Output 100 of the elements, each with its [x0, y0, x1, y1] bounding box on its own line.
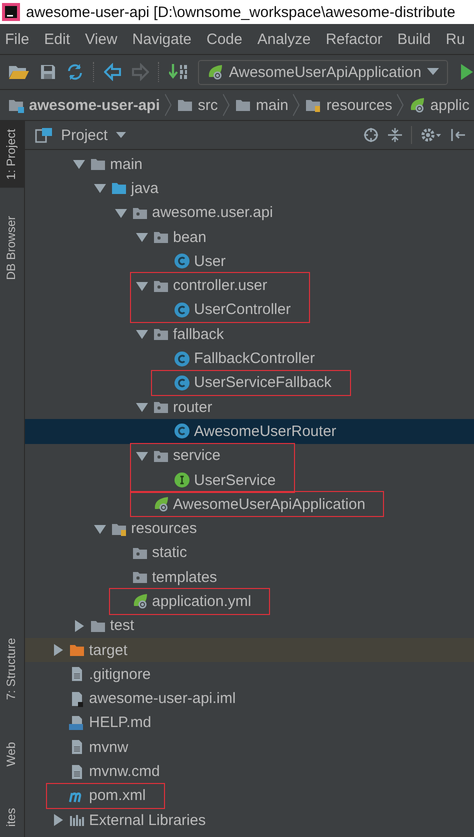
expand-arrow-icon[interactable]	[52, 814, 64, 826]
menu-item[interactable]: File	[5, 30, 30, 48]
side-tool-tab[interactable]: ites	[0, 800, 24, 835]
tree-item[interactable]: AwesomeUserRouter	[25, 419, 474, 444]
folder-icon	[176, 97, 193, 113]
resource-folder-icon	[305, 97, 322, 113]
tree-item[interactable]: router	[25, 394, 474, 420]
breadcrumb-item[interactable]: applic	[409, 96, 470, 114]
tree-item[interactable]: resources	[25, 516, 474, 541]
expand-arrow-icon[interactable]	[73, 158, 85, 170]
back-arrow-icon[interactable]	[104, 63, 122, 81]
folder-icon	[90, 156, 106, 172]
run-icon[interactable]	[461, 63, 474, 81]
expand-arrow-icon[interactable]	[94, 522, 106, 535]
spring-leaf-icon	[132, 593, 148, 610]
side-tool-tab[interactable]: 1: Project	[0, 121, 24, 188]
spring-leaf-icon	[409, 97, 426, 113]
side-tool-tab[interactable]: DB Browser	[0, 208, 24, 288]
chevron-icon	[397, 94, 404, 116]
tree-item[interactable]: UserService	[131, 468, 276, 492]
package-icon	[132, 569, 148, 586]
package-icon	[153, 399, 169, 416]
hide-panel-icon[interactable]	[450, 127, 466, 143]
expand-arrow-icon[interactable]	[136, 280, 148, 292]
tree-item[interactable]: mvnw.cmd	[25, 759, 474, 784]
tree-item[interactable]: fallback	[25, 322, 474, 346]
menu-item[interactable]: Analyze	[257, 30, 311, 48]
tree-item[interactable]: service	[131, 444, 276, 468]
tree-item[interactable]: UserController	[131, 298, 291, 322]
caret-icon	[116, 132, 126, 138]
module-folder-icon	[8, 97, 24, 113]
expand-arrow-icon[interactable]	[115, 206, 127, 219]
window-title: awesome-user-api [D:\ownsome_workspace\awesome-distribute	[26, 4, 456, 20]
package-icon	[153, 326, 169, 342]
tree-item[interactable]: User	[25, 249, 474, 274]
settings-icon[interactable]	[420, 127, 442, 143]
folder-icon	[111, 180, 127, 196]
expand-arrow-icon[interactable]	[73, 620, 85, 632]
menu-item[interactable]: View	[85, 30, 118, 48]
expand-arrow-icon[interactable]	[94, 182, 106, 194]
menu-item[interactable]: Refactor	[326, 30, 382, 48]
tree-item[interactable]: mvnw	[25, 735, 474, 760]
expand-arrow-icon[interactable]	[136, 328, 148, 340]
package-icon	[153, 229, 169, 246]
tree-item[interactable]: FallbackController	[25, 346, 474, 371]
crosshair-icon[interactable]	[363, 127, 379, 143]
spring-leaf-icon	[153, 496, 169, 512]
chevron-icon	[222, 94, 230, 116]
file-icon	[69, 690, 85, 707]
tree-item[interactable]: AwesomeUserApiApplication	[131, 492, 366, 516]
tree-item[interactable]: templates	[25, 565, 474, 590]
menu-item[interactable]: Build	[397, 30, 431, 48]
tree-item[interactable]: static	[25, 540, 474, 566]
tree-item[interactable]: java	[25, 176, 474, 201]
breadcrumb-item[interactable]: main	[234, 96, 288, 114]
interface-icon	[174, 472, 190, 488]
class-icon	[174, 302, 190, 318]
caret-icon	[427, 68, 440, 76]
markdown-file-icon	[69, 714, 85, 731]
menu-item[interactable]: Code	[206, 30, 242, 48]
class-icon	[174, 350, 190, 367]
breadcrumb-item[interactable]: resources	[305, 96, 392, 114]
tree-item[interactable]: target	[25, 638, 474, 662]
open-folder-icon[interactable]	[8, 63, 30, 81]
tree-item[interactable]: bean	[25, 224, 474, 250]
tree-item[interactable]: awesome.user.api	[25, 200, 474, 225]
tree-item[interactable]: controller.user	[131, 273, 291, 298]
side-tool-tab[interactable]: 7: Structure	[0, 630, 24, 708]
tree-item[interactable]: pom.xml	[47, 784, 146, 808]
sync-icon[interactable]	[66, 63, 84, 81]
tree-item[interactable]: main	[25, 152, 474, 176]
chevron-icon	[293, 94, 300, 116]
tree-item[interactable]: HELP.md	[25, 710, 474, 736]
side-tool-tab[interactable]: Web	[0, 734, 24, 774]
expand-arrow-icon[interactable]	[136, 401, 148, 414]
expand-arrow-icon[interactable]	[136, 231, 148, 244]
file-icon	[69, 666, 85, 682]
tree-item[interactable]: UserServiceFallback	[152, 370, 332, 395]
spring-leaf-icon	[207, 64, 223, 80]
expand-arrow-icon[interactable]	[136, 450, 148, 462]
collapse-all-icon[interactable]	[387, 127, 403, 143]
project-view-dropdown[interactable]: Project	[61, 126, 126, 144]
class-icon	[174, 374, 190, 391]
menu-item[interactable]: Ru	[446, 30, 465, 48]
tree-item[interactable]: .gitignore	[25, 662, 474, 687]
expand-arrow-icon[interactable]	[52, 644, 64, 656]
save-icon[interactable]	[39, 63, 57, 81]
menu-item[interactable]: Edit	[44, 30, 70, 48]
class-icon	[174, 253, 190, 270]
chevron-icon	[164, 94, 172, 116]
breadcrumb-item[interactable]: awesome-user-api	[8, 96, 160, 114]
run-configuration-dropdown[interactable]: AwesomeUserApiApplication	[198, 60, 448, 84]
menu-item[interactable]: Navigate	[132, 30, 192, 48]
library-icon	[69, 812, 85, 828]
tree-item[interactable]: test	[25, 614, 474, 638]
breadcrumb-item[interactable]: src	[176, 96, 218, 114]
tree-item[interactable]: External Libraries	[25, 808, 474, 832]
build-icon[interactable]	[169, 63, 189, 81]
tree-item[interactable]: awesome-user-api.iml	[25, 686, 474, 711]
tree-item[interactable]: application.yml	[110, 589, 252, 614]
